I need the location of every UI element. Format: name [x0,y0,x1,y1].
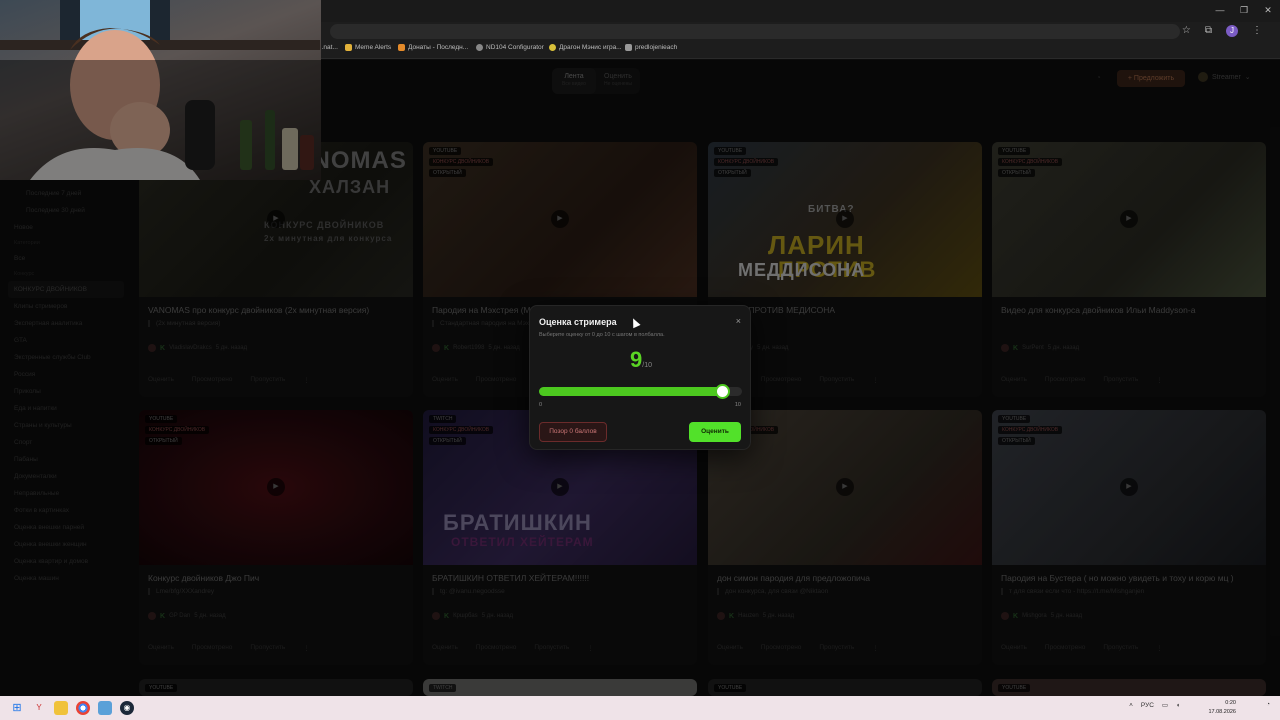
folder-icon [345,44,352,51]
slider-min-label: 0 [539,402,543,408]
score-max: /10 [642,362,652,369]
bookmark-icon [549,44,556,51]
bookmark-item[interactable]: Meme Alerts [345,44,391,51]
taskbar: ⊞ Y ◉ ˄ РУС ▭ ◖ 0:20 17.08.2026 ◔ [0,696,1280,720]
clock[interactable]: 0:20 17.08.2026 [1208,699,1236,717]
volume-icon[interactable]: ◖ [1176,702,1180,709]
chrome-icon[interactable] [76,701,90,715]
chevron-up-icon[interactable]: ˄ [1129,702,1133,709]
bookmark-icon [476,44,483,51]
bookmark-item[interactable]: Драгон Мэнис игра... [549,44,622,51]
bookmark-item[interactable]: ND104 Configurator [476,44,544,51]
minimize-icon[interactable]: — [1208,0,1232,20]
notepad-icon[interactable] [98,701,112,715]
clock-date: 17.08.2026 [1208,709,1236,715]
star-icon[interactable]: ☆ [1182,25,1191,37]
bookmark-label: Донаты - Последн... [408,44,469,51]
profile-avatar[interactable]: J [1226,25,1238,37]
bell-icon[interactable]: ◔ [1266,701,1270,708]
bookmark-item[interactable]: Донаты - Последн... [398,44,468,51]
menu-icon[interactable]: ⋮ [1252,25,1262,37]
screen: — ❐ ✕ ☆ ⧉ J ⋮ ...nat... Meme Alerts Дона… [0,0,1280,720]
bookmark-label: Драгон Мэнис игра... [559,44,622,51]
browser-actions: ☆ ⧉ J ⋮ [1182,25,1262,37]
close-icon[interactable]: × [736,316,741,326]
windows-start-icon[interactable]: ⊞ [10,701,24,715]
score-display: 9/10 [530,347,752,373]
score-value: 9 [630,347,643,372]
restore-icon[interactable]: ❐ [1232,0,1256,20]
network-icon[interactable]: ▭ [1162,701,1168,709]
close-window-icon[interactable]: ✕ [1256,0,1280,20]
rating-dialog: Оценка стримера × Выберите оценку от 0 д… [529,305,751,450]
bookmark-icon [625,44,632,51]
yandex-browser-icon[interactable]: Y [32,701,46,715]
bookmark-icon [398,44,405,51]
bookmark-label: predlojenieach [635,44,678,51]
bookmark-item[interactable]: predlojenieach [625,44,677,51]
language-indicator[interactable]: РУС [1141,702,1154,709]
address-input[interactable] [330,24,1180,39]
shame-zero-button[interactable]: Позор 0 баллов [539,422,607,442]
slider-max-label: 10 [734,402,741,408]
dialog-subtitle: Выберите оценку от 0 до 10 с шагом в пол… [539,332,665,338]
slider-fill [539,387,722,396]
system-tray: ˄ РУС ▭ ◖ [1129,701,1180,710]
submit-rating-button[interactable]: Оценить [689,422,741,442]
extensions-icon[interactable]: ⧉ [1205,25,1212,37]
steam-icon[interactable]: ◉ [120,701,134,715]
notifications-area: ◔ [1266,701,1270,708]
file-explorer-icon[interactable] [54,701,68,715]
bookmark-label: ND104 Configurator [486,44,544,51]
bookmark-label: Meme Alerts [355,44,392,51]
score-slider[interactable] [539,384,742,399]
slider-thumb[interactable] [714,384,730,399]
dialog-title: Оценка стримера [539,317,617,327]
window-controls: — ❐ ✕ [1208,0,1280,20]
clock-time: 0:20 [1225,700,1236,706]
